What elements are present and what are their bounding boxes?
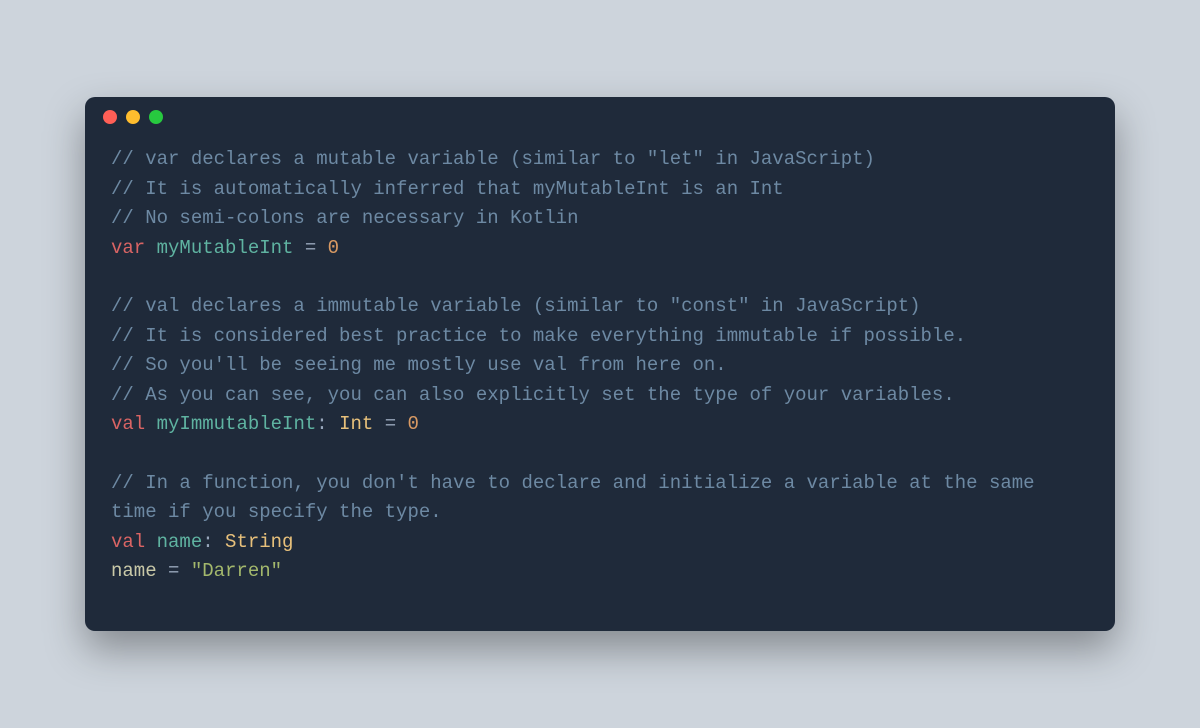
- code-token-plain: [111, 266, 122, 288]
- close-icon[interactable]: [103, 110, 117, 124]
- code-line: // So you'll be seeing me mostly use val…: [111, 351, 1089, 380]
- code-token-comment: // It is automatically inferred that myM…: [111, 178, 784, 200]
- code-line: var myMutableInt = 0: [111, 234, 1089, 263]
- code-token-comment: // It is considered best practice to mak…: [111, 325, 966, 347]
- code-line: // var declares a mutable variable (simi…: [111, 145, 1089, 174]
- code-token-op: =: [373, 413, 407, 435]
- code-token-comment: // No semi-colons are necessary in Kotli…: [111, 207, 578, 229]
- code-line: // No semi-colons are necessary in Kotli…: [111, 204, 1089, 233]
- code-token-comment: // So you'll be seeing me mostly use val…: [111, 354, 727, 376]
- code-token-comment: // var declares a mutable variable (simi…: [111, 148, 875, 170]
- code-token-keyword: val: [111, 413, 145, 435]
- code-token-ident: myImmutableInt: [157, 413, 317, 435]
- code-token-ident: myMutableInt: [157, 237, 294, 259]
- code-token-comment: // val declares a immutable variable (si…: [111, 295, 921, 317]
- code-token-string: "Darren": [191, 560, 282, 582]
- code-token-type: String: [225, 531, 293, 553]
- code-token-comment: // As you can see, you can also explicit…: [111, 384, 955, 406]
- window-titlebar: [85, 97, 1115, 137]
- zoom-icon[interactable]: [149, 110, 163, 124]
- code-token-op: =: [157, 560, 191, 582]
- code-line: // val declares a immutable variable (si…: [111, 292, 1089, 321]
- code-line: // As you can see, you can also explicit…: [111, 381, 1089, 410]
- code-token-plain: [145, 237, 156, 259]
- code-line: [111, 440, 1089, 469]
- code-line: // In a function, you don't have to decl…: [111, 469, 1089, 528]
- code-line: // It is automatically inferred that myM…: [111, 175, 1089, 204]
- code-token-ident: name: [157, 531, 203, 553]
- code-token-number: 0: [408, 413, 419, 435]
- code-line: name = "Darren": [111, 557, 1089, 586]
- code-token-op: :: [316, 413, 339, 435]
- code-line: // It is considered best practice to mak…: [111, 322, 1089, 351]
- code-line: val name: String: [111, 528, 1089, 557]
- minimize-icon[interactable]: [126, 110, 140, 124]
- code-line: val myImmutableInt: Int = 0: [111, 410, 1089, 439]
- code-token-keyword: var: [111, 237, 145, 259]
- code-token-plain: [145, 413, 156, 435]
- code-token-op: =: [293, 237, 327, 259]
- code-line: [111, 263, 1089, 292]
- code-token-plain: name: [111, 560, 157, 582]
- code-token-keyword: val: [111, 531, 145, 553]
- code-token-type: Int: [339, 413, 373, 435]
- code-token-op: :: [202, 531, 225, 553]
- code-token-plain: [111, 443, 122, 465]
- code-token-plain: [145, 531, 156, 553]
- code-area: // var declares a mutable variable (simi…: [85, 137, 1115, 631]
- code-token-comment: // In a function, you don't have to decl…: [111, 472, 1046, 523]
- code-token-number: 0: [328, 237, 339, 259]
- code-window: // var declares a mutable variable (simi…: [85, 97, 1115, 631]
